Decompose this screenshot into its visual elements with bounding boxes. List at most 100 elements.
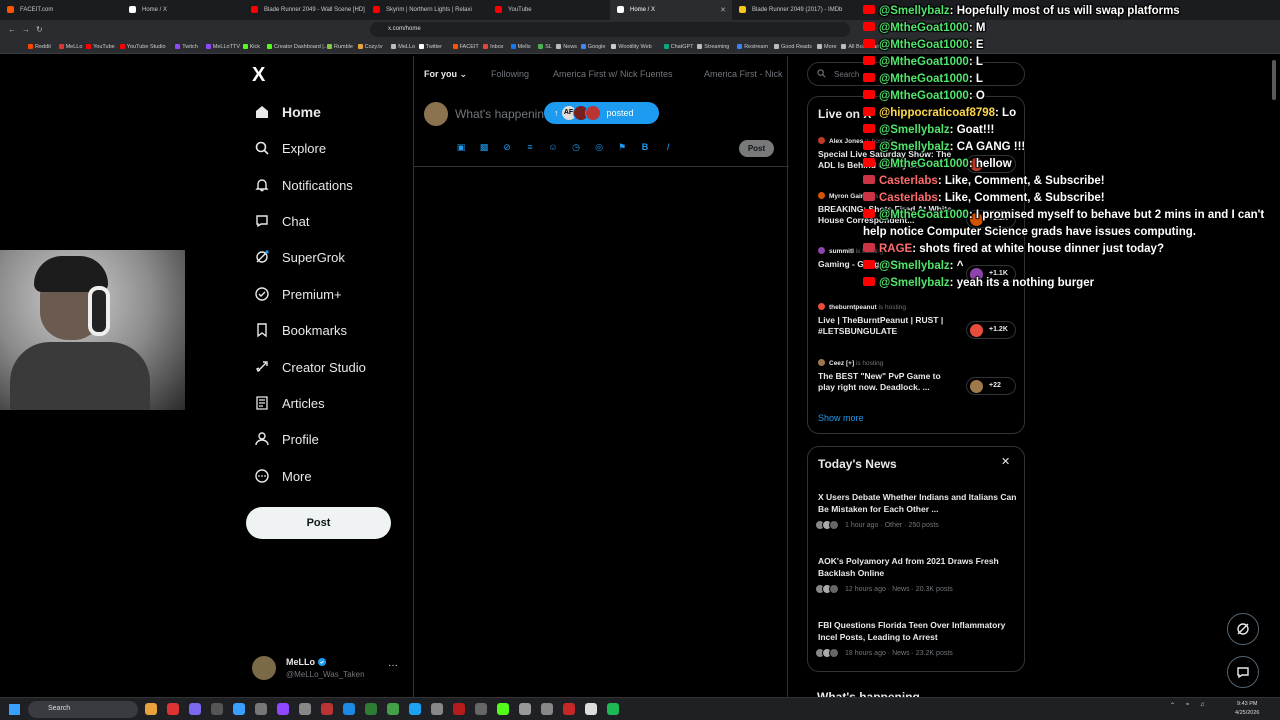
bookmark-item[interactable]: SL bbox=[538, 44, 552, 50]
sidebar-item-premium[interactable]: Premium+ bbox=[254, 282, 342, 306]
bold-icon[interactable]: B bbox=[640, 142, 650, 152]
emoji-icon[interactable]: ☺ bbox=[548, 142, 558, 152]
news-item[interactable]: AOK's Polyamory Ad from 2021 Draws Fresh… bbox=[815, 555, 1018, 594]
taskbar-app-icon[interactable] bbox=[233, 703, 245, 715]
browser-tab[interactable]: YouTube bbox=[488, 0, 610, 20]
taskbar-app-icon[interactable] bbox=[255, 703, 267, 715]
sidebar-item-explore[interactable]: Explore bbox=[254, 136, 326, 160]
sidebar-item-bookmarks[interactable]: Bookmarks bbox=[254, 318, 347, 342]
windows-start-icon[interactable] bbox=[9, 704, 20, 715]
bookmark-item[interactable]: Restream bbox=[737, 44, 768, 50]
bookmark-item[interactable]: YouTube Studio bbox=[119, 44, 166, 50]
taskbar-app-icon[interactable] bbox=[475, 703, 487, 715]
bookmark-item[interactable]: Cozy.tv bbox=[357, 44, 383, 50]
bookmark-item[interactable]: YouTube bbox=[86, 44, 115, 50]
poll-icon[interactable]: ≡ bbox=[525, 142, 535, 152]
taskbar-app-icon[interactable] bbox=[343, 703, 355, 715]
timeline-tab[interactable]: Following bbox=[491, 69, 529, 79]
taskbar-app-icon[interactable] bbox=[145, 703, 157, 715]
taskbar-app-icon[interactable] bbox=[189, 703, 201, 715]
taskbar-app-icon[interactable] bbox=[321, 703, 333, 715]
new-posts-pill[interactable]: ↑ AF posted bbox=[544, 102, 659, 124]
live-item[interactable]: Ceez [+] is hosting The BEST "New" PvP Ga… bbox=[818, 359, 1018, 395]
browser-tab[interactable]: FACEIT.com bbox=[0, 0, 122, 20]
taskbar-app-icon[interactable] bbox=[365, 703, 377, 715]
sidebar-item-home[interactable]: Home bbox=[254, 100, 321, 124]
taskbar-app-icon[interactable] bbox=[563, 703, 575, 715]
sidebar-item-chat[interactable]: Chat bbox=[254, 209, 309, 233]
show-more-link[interactable]: Show more bbox=[818, 413, 864, 423]
bookmark-item[interactable]: MeLLo bbox=[391, 44, 415, 50]
sidebar-item-more[interactable]: More bbox=[254, 464, 312, 488]
taskbar-app-icon[interactable] bbox=[299, 703, 311, 715]
sidebar-item-articles[interactable]: Articles bbox=[254, 391, 325, 415]
volume-icon[interactable]: ♫ bbox=[1200, 702, 1205, 708]
timeline-tab[interactable]: America First w/ Nick Fuentes bbox=[553, 69, 673, 79]
forward-icon[interactable]: → bbox=[22, 25, 30, 34]
bookmark-item[interactable]: Rumble bbox=[327, 44, 353, 50]
taskbar-app-icon[interactable] bbox=[431, 703, 443, 715]
browser-tab[interactable]: Blade Runner 2049 - Wall Scene [HD] bbox=[244, 0, 366, 20]
clock[interactable]: 9:43 PM 4/25/2026 bbox=[1235, 700, 1259, 718]
news-item[interactable]: FBI Questions Florida Teen Over Inflamma… bbox=[815, 619, 1018, 658]
bookmark-item[interactable]: Twitter bbox=[418, 44, 442, 50]
bookmark-item[interactable]: Streaming bbox=[697, 44, 729, 50]
more-dots-icon[interactable]: ··· bbox=[388, 660, 398, 671]
bookmark-item[interactable]: Creator Dashboard |... bbox=[267, 44, 328, 50]
composer-input[interactable]: What's happening? bbox=[455, 107, 545, 121]
wifi-icon[interactable]: ≈ bbox=[1186, 702, 1189, 708]
messages-icon[interactable] bbox=[1227, 656, 1259, 688]
bookmark-item[interactable]: FACEIT bbox=[452, 44, 479, 50]
taskbar-app-icon[interactable] bbox=[387, 703, 399, 715]
location-icon[interactable]: ◎ bbox=[594, 142, 604, 152]
news-item[interactable]: X Users Debate Whether Indians and Itali… bbox=[815, 491, 1018, 530]
reload-icon[interactable]: ↻ bbox=[36, 25, 43, 34]
taskbar-search[interactable]: Search bbox=[28, 701, 138, 718]
sidebar-item-supergrok[interactable]: SuperGrok bbox=[254, 245, 345, 269]
taskbar-app-icon[interactable] bbox=[453, 703, 465, 715]
x-logo[interactable]: X bbox=[252, 64, 274, 86]
taskbar-app-icon[interactable] bbox=[497, 703, 509, 715]
grok-icon[interactable] bbox=[1227, 613, 1259, 645]
bookmark-item[interactable]: ChatGPT bbox=[663, 44, 694, 50]
browser-tab[interactable]: Home / X ✕ bbox=[610, 0, 732, 20]
bookmark-item[interactable]: MeLLoTTV bbox=[205, 44, 240, 50]
tray-chevron-icon[interactable]: ⌃ bbox=[1170, 702, 1175, 709]
scrollbar-thumb[interactable] bbox=[1272, 60, 1276, 100]
close-icon[interactable]: ✕ bbox=[1001, 455, 1010, 468]
italic-icon[interactable]: I bbox=[663, 142, 673, 152]
timeline-tab[interactable]: For you ⌄ bbox=[424, 69, 467, 80]
scrollbar[interactable] bbox=[1270, 56, 1278, 696]
bookmark-item[interactable]: More bbox=[817, 44, 837, 50]
taskbar-app-icon[interactable] bbox=[519, 703, 531, 715]
url-field[interactable]: x.com/home bbox=[370, 22, 850, 37]
post-button[interactable]: Post bbox=[246, 507, 391, 539]
bookmark-item[interactable]: Mello bbox=[510, 44, 531, 50]
bookmark-item[interactable]: Good Reads bbox=[774, 44, 812, 50]
schedule-icon[interactable]: ◷ bbox=[571, 142, 581, 152]
taskbar-app-icon[interactable] bbox=[167, 703, 179, 715]
browser-tab[interactable]: Skyrim | Northern Lights | Relaxi bbox=[366, 0, 488, 20]
sidebar-item-profile[interactable]: Profile bbox=[254, 427, 319, 451]
bookmark-item[interactable]: Wootility Web bbox=[611, 44, 652, 50]
bookmark-item[interactable]: News bbox=[556, 44, 577, 50]
sidebar-item-creator-studio[interactable]: Creator Studio bbox=[254, 355, 366, 379]
live-item[interactable]: theburntpeanut is hosting Live | TheBurnt… bbox=[818, 303, 1018, 339]
bookmark-item[interactable]: Inbox bbox=[483, 44, 504, 50]
image-icon[interactable]: ▣ bbox=[456, 142, 466, 152]
close-tab-icon[interactable]: ✕ bbox=[720, 6, 726, 14]
bookmark-item[interactable]: Google bbox=[580, 44, 605, 50]
grok-icon[interactable]: ⊘ bbox=[502, 142, 512, 152]
back-icon[interactable]: ← bbox=[8, 25, 16, 34]
taskbar-app-icon[interactable] bbox=[409, 703, 421, 715]
bookmark-item[interactable]: Twitch bbox=[175, 44, 198, 50]
bookmark-item[interactable]: Reddit bbox=[28, 44, 51, 50]
timeline-tab[interactable]: America First - Nick bbox=[704, 69, 783, 79]
taskbar-app-icon[interactable] bbox=[607, 703, 619, 715]
gif-icon[interactable]: ▩ bbox=[479, 142, 489, 152]
browser-tab[interactable]: Home / X bbox=[122, 0, 244, 20]
bookmark-item[interactable]: MeLLo bbox=[58, 44, 82, 50]
compose-post-button[interactable]: Post bbox=[739, 140, 774, 157]
bookmark-item[interactable]: Kick bbox=[242, 44, 260, 50]
taskbar-app-icon[interactable] bbox=[585, 703, 597, 715]
